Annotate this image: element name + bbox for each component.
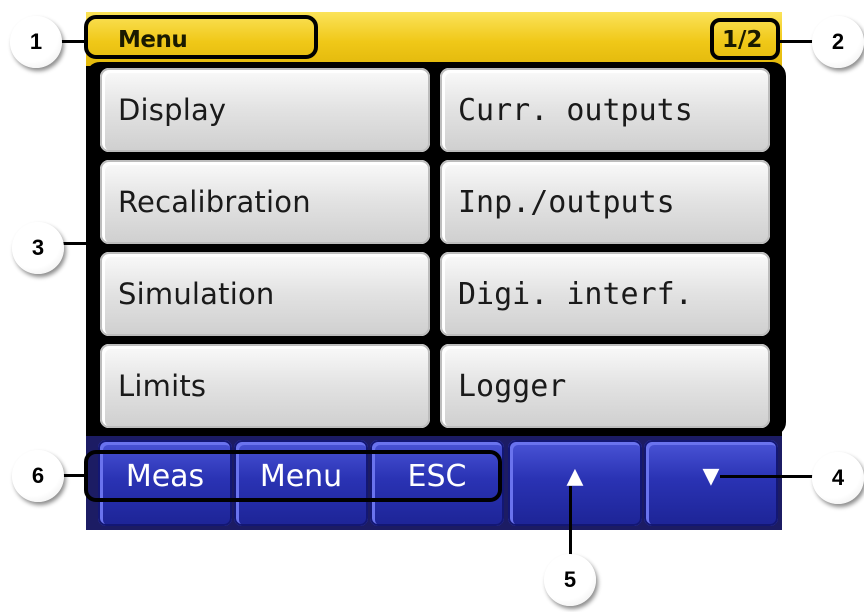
- leader-line-3: [62, 242, 88, 245]
- leader-line-2: [780, 40, 816, 43]
- callout-box-title: [84, 15, 318, 59]
- callout-number-1: 1: [10, 16, 62, 68]
- callout-number-5: 5: [544, 554, 596, 606]
- scroll-down-button[interactable]: ▼: [644, 440, 778, 526]
- callout-number-2: 2: [812, 16, 864, 68]
- leader-line-1: [58, 40, 86, 43]
- callout-box-softkeys: [84, 450, 502, 502]
- leader-line-4: [720, 475, 818, 478]
- callout-box-menu-grid: [86, 62, 786, 436]
- callout-number-3: 3: [12, 222, 64, 274]
- callout-box-page-indicator: [710, 18, 780, 60]
- leader-line-6: [62, 474, 86, 477]
- down-arrow-icon: ▼: [702, 464, 720, 489]
- scroll-up-button[interactable]: ▲: [508, 440, 642, 526]
- callout-number-6: 6: [12, 450, 64, 502]
- callout-number-4: 4: [812, 452, 864, 504]
- leader-line-5: [569, 486, 572, 556]
